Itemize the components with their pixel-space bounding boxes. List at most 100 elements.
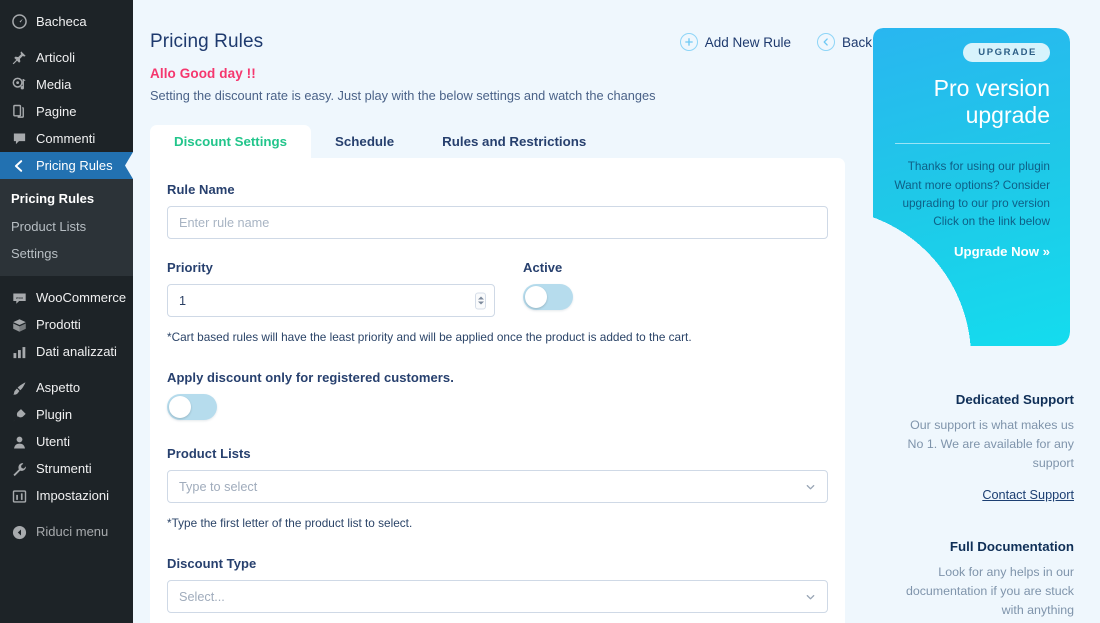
promo-title-line2: upgrade <box>965 101 1050 128</box>
sidebar-item-woocommerce[interactable]: woo WooCommerce <box>0 285 133 312</box>
tab-discount-settings[interactable]: Discount Settings <box>150 125 312 158</box>
chevron-left-icon <box>9 156 29 176</box>
quantity-stepper[interactable] <box>475 292 486 309</box>
sidebar-item-aspetto[interactable]: Aspetto <box>0 375 133 402</box>
dashboard-icon <box>9 12 29 32</box>
page-title: Pricing Rules <box>150 31 264 52</box>
sidebar-item-label: Media <box>36 76 72 92</box>
sidebar-item-commenti[interactable]: Commenti <box>0 125 133 152</box>
toggle-knob <box>525 286 547 308</box>
registered-customers-field-group: Apply discount only for registered custo… <box>167 370 828 420</box>
sidebar-subitem-product-lists[interactable]: Product Lists <box>0 213 133 241</box>
promo-title: Pro version upgrade <box>889 75 1050 128</box>
promo-body-line4: Click on the link below <box>933 214 1050 229</box>
promo-divider <box>895 143 1050 145</box>
sidebar-item-strumenti[interactable]: Strumenti <box>0 456 133 483</box>
active-field-group: Active <box>523 260 573 317</box>
priority-input[interactable]: 1 <box>167 284 495 317</box>
discount-type-placeholder: Select... <box>179 589 225 604</box>
tab-rules-and-restrictions[interactable]: Rules and Restrictions <box>418 125 610 158</box>
sidebar-item-label: Aspetto <box>36 380 81 395</box>
sidebar-item-label: Articoli <box>36 49 76 65</box>
product-lists-field-group: Product Lists Type to select *Type the f… <box>167 446 828 530</box>
collapse-icon <box>9 522 29 542</box>
sidebar-item-pagine[interactable]: Pagine <box>0 98 133 125</box>
chevron-left-icon <box>816 33 835 51</box>
wrench-icon <box>9 459 29 479</box>
registered-customers-toggle[interactable] <box>167 394 217 420</box>
plug-icon <box>9 405 29 425</box>
sidebar-item-label: Utenti <box>36 434 70 449</box>
active-arrow-indicator <box>125 152 133 179</box>
sidebar-item-media[interactable]: Media <box>0 71 133 98</box>
box-icon <box>9 315 29 335</box>
sidebar-item-pricing-rules[interactable]: Pricing Rules <box>0 152 133 179</box>
upgrade-badge: UPGRADE <box>963 43 1050 62</box>
priority-hint: *Cart based rules will have the least pr… <box>167 330 692 344</box>
main-content: Pricing Rules Add New Rule Back Allo Goo… <box>133 0 1100 623</box>
brush-icon <box>9 378 29 398</box>
sidebar-item-label: Prodotti <box>36 317 81 332</box>
product-lists-hint: *Type the first letter of the product li… <box>167 516 413 530</box>
sidebar-divider <box>0 510 133 519</box>
sidebar-item-label: Strumenti <box>36 461 92 476</box>
sidebar-subitem-settings[interactable]: Settings <box>0 240 133 268</box>
sidebar-item-label: Bacheca <box>36 13 87 29</box>
pages-icon <box>9 102 29 122</box>
sidebar-item-label: Impostazioni <box>36 488 109 503</box>
sidebar-item-prodotti[interactable]: Prodotti <box>0 312 133 339</box>
discount-type-select[interactable]: Select... <box>167 580 828 613</box>
sidebar-divider <box>0 35 133 44</box>
woo-icon: woo <box>9 288 29 308</box>
sidebar-subitem-pricing-rules[interactable]: Pricing Rules <box>0 185 133 213</box>
pro-upgrade-banner[interactable]: UPGRADE Pro version upgrade Thanks for u… <box>873 28 1070 346</box>
discount-settings-panel: Rule Name Enter rule name Priority 1 Act <box>150 158 845 623</box>
sidebar-item-utenti[interactable]: Utenti <box>0 429 133 456</box>
rule-name-input[interactable]: Enter rule name <box>167 206 828 239</box>
sliders-icon <box>9 486 29 506</box>
back-label: Back <box>841 34 872 50</box>
full-documentation-body: Look for any helps in our documentation … <box>905 565 1074 617</box>
comments-icon <box>9 129 29 149</box>
stepper-down-icon[interactable] <box>477 301 484 305</box>
sidebar-item-impostazioni[interactable]: Impostazioni <box>0 483 133 510</box>
product-lists-placeholder: Type to select <box>179 479 258 494</box>
priority-field-group: Priority 1 <box>167 260 495 317</box>
tab-schedule[interactable]: Schedule <box>311 125 418 158</box>
sidebar-item-bacheca[interactable]: Bacheca <box>0 8 133 35</box>
promo-title-line1: Pro version <box>933 75 1050 101</box>
promo-body-line1: Thanks for using our plugin <box>907 159 1050 174</box>
contact-support-link[interactable]: Contact Support <box>982 488 1074 502</box>
sidebar-divider <box>0 366 133 375</box>
discount-type-field-group: Discount Type Select... <box>167 556 828 613</box>
full-documentation-title: Full Documentation <box>949 539 1074 554</box>
active-toggle[interactable] <box>523 284 573 310</box>
chevron-down-icon <box>805 481 816 492</box>
sidebar-item-label: Pricing Rules <box>36 157 113 173</box>
stepper-up-icon[interactable] <box>477 296 484 300</box>
admin-screen: Bacheca Articoli Media Pagine Commenti P… <box>0 0 1100 623</box>
full-documentation-section: Full Documentation Look for any helps in… <box>894 539 1074 620</box>
admin-sidebar: Bacheca Articoli Media Pagine Commenti P… <box>0 0 133 623</box>
rule-name-field-group: Rule Name Enter rule name <box>167 182 828 239</box>
upgrade-now-link[interactable]: Upgrade Now » <box>889 244 1050 259</box>
promo-body-line2: Want more options? Consider <box>894 177 1050 192</box>
sidebar-item-label: Riduci menu <box>36 524 109 539</box>
add-new-rule-button[interactable]: Add New Rule <box>679 33 791 51</box>
product-lists-select[interactable]: Type to select <box>167 470 828 503</box>
sidebar-item-plugin[interactable]: Plugin <box>0 402 133 429</box>
dedicated-support-section: Dedicated Support Our support is what ma… <box>894 392 1074 504</box>
add-new-rule-label: Add New Rule <box>704 34 791 50</box>
sidebar-item-riduci-menu[interactable]: Riduci menu <box>0 519 133 546</box>
sidebar-item-articoli[interactable]: Articoli <box>0 44 133 71</box>
plus-icon <box>679 33 698 51</box>
bar-chart-icon <box>9 342 29 362</box>
sidebar-item-label: Commenti <box>36 130 96 146</box>
sidebar-item-dati-analizzati[interactable]: Dati analizzati <box>0 339 133 366</box>
sidebar-submenu-pricing-rules: Pricing Rules Product Lists Settings <box>0 179 133 276</box>
sidebar-item-label: Plugin <box>36 407 73 422</box>
priority-active-row: Priority 1 Active <box>167 260 828 317</box>
promo-body-line3: upgrading to our pro version <box>902 195 1050 210</box>
pin-icon <box>9 48 29 68</box>
back-button[interactable]: Back <box>816 33 872 51</box>
